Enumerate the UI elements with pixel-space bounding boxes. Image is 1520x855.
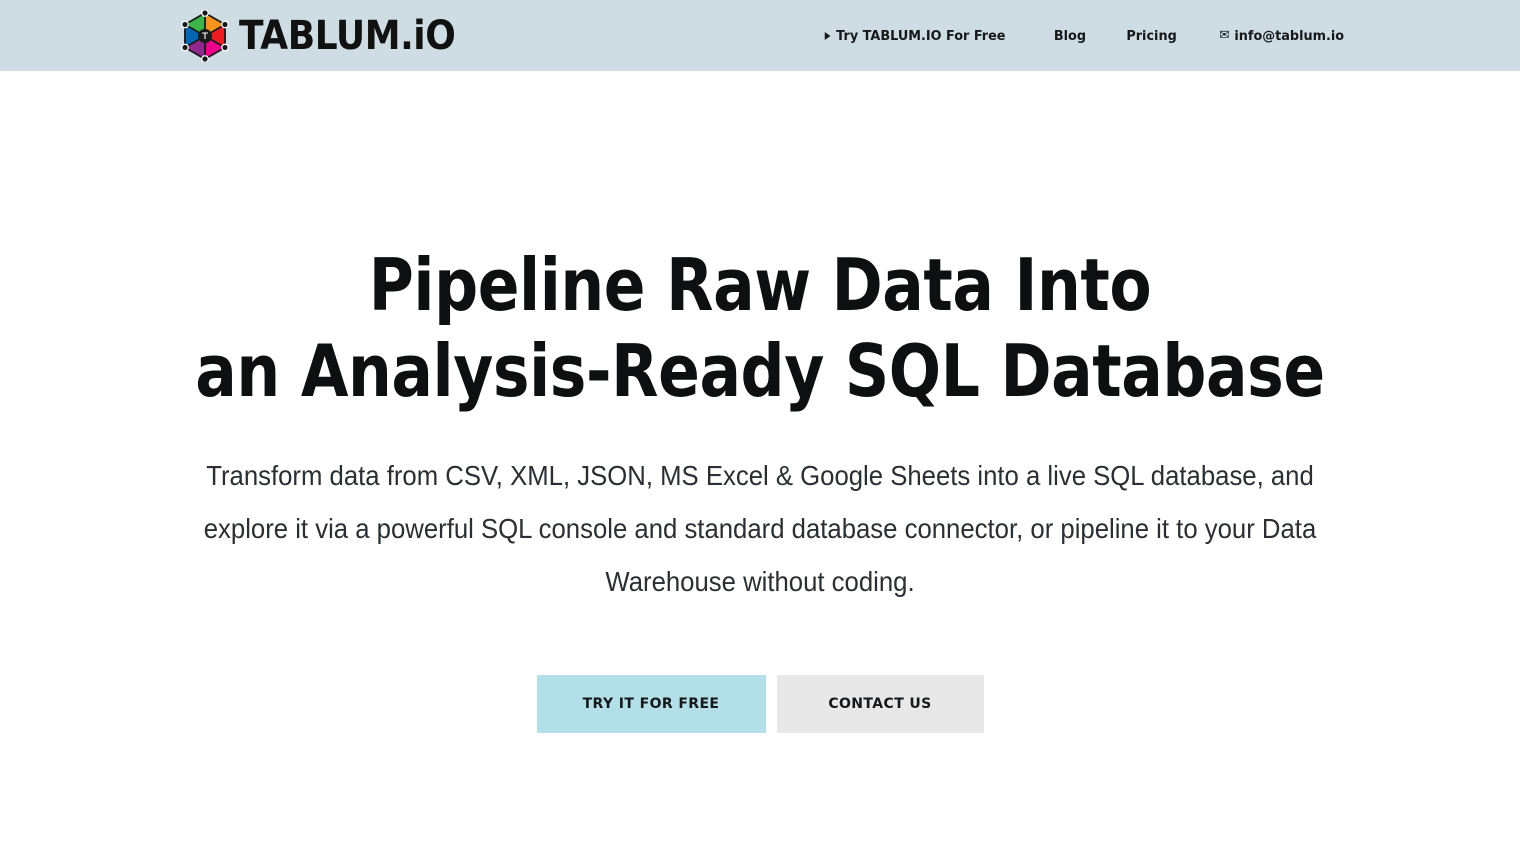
brand-logo-link[interactable]: TABLUM.iO (180, 10, 479, 62)
play-triangle-icon (825, 31, 831, 40)
hero-subtitle: Transform data from CSV, XML, JSON, MS E… (203, 460, 1317, 598)
nav-item-pricing[interactable]: Pricing (1126, 28, 1176, 44)
nav-item-blog-label: Blog (1053, 27, 1086, 44)
contact-us-button[interactable]: CONTACT US (776, 674, 984, 733)
nav-item-try-free-label: Try TABLUM.IO For Free (836, 27, 1006, 44)
cta-button-row: TRY IT FOR FREE CONTACT US (536, 674, 984, 733)
nav-item-email-label: info@tablum.io (1234, 27, 1344, 44)
site-header: TABLUM.iO Try TABLUM.IO For Free Blog Pr… (0, 0, 1520, 71)
page-title-line-1: Pipeline Raw Data Into (368, 243, 1152, 327)
try-it-for-free-button[interactable]: TRY IT FOR FREE (536, 674, 766, 733)
hero-section: Pipeline Raw Data Into an Analysis-Ready… (0, 71, 1520, 855)
nav-item-blog[interactable]: Blog (1054, 28, 1086, 44)
envelope-icon: ✉ (1218, 28, 1230, 43)
hexagon-network-logo-icon (181, 10, 229, 62)
brand-name: TABLUM.iO (239, 13, 456, 59)
page-title: Pipeline Raw Data Into an Analysis-Ready… (179, 243, 1342, 414)
main-navigation: Try TABLUM.IO For Free Blog Pricing ✉ in… (820, 0, 1347, 71)
nav-item-email[interactable]: ✉ info@tablum.io (1219, 28, 1344, 44)
nav-item-try-free[interactable]: Try TABLUM.IO For Free (825, 28, 1006, 44)
nav-item-pricing-label: Pricing (1125, 27, 1177, 44)
page-title-line-2: an Analysis-Ready SQL Database (195, 328, 1325, 413)
